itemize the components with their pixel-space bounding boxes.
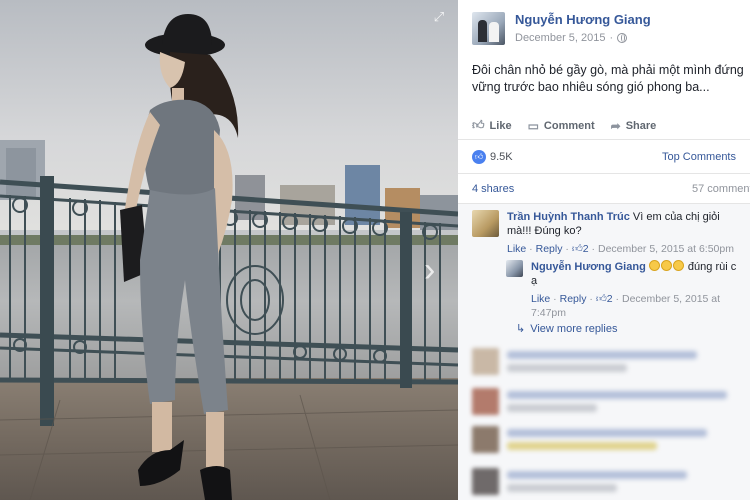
reply-author-avatar[interactable] (506, 260, 523, 277)
comment-label: Comment (543, 119, 595, 132)
comment-like-link[interactable]: Like (507, 243, 526, 255)
share-icon: ➦ (610, 118, 621, 133)
post-caption: Đôi chân nhỏ bé gầy gò, mà phải một mình… (472, 63, 744, 94)
like-badge-icon: 👍︎ (472, 149, 486, 164)
share-button[interactable]: ➦ Share (611, 119, 657, 133)
like-count[interactable]: 👍︎ 9.5K (472, 149, 513, 164)
avatar-figure (489, 22, 499, 42)
comment-footer: Like · Reply · 👍︎2 · December 5, 2015 at… (507, 243, 734, 255)
expand-icon[interactable]: ⤢ (432, 10, 446, 24)
view-more-replies-label: View more replies (530, 322, 618, 335)
like-count-value: 9.5K (490, 150, 513, 163)
comments-section: Trần Huỳnh Thanh Trúc Vì em của chị giỏi… (458, 204, 750, 500)
blurred-comment (472, 346, 750, 376)
blurred-comment (472, 466, 750, 496)
avatar-figure (478, 20, 487, 42)
reply-reply-link[interactable]: Reply (560, 293, 587, 305)
share-label: Share (625, 119, 657, 132)
post-author-name[interactable]: Nguyễn Hương Giang (515, 12, 651, 28)
comment-icon: ▭ (527, 118, 539, 133)
photo-viewer: ⤢ › Nguyễn Hương Giang December 5, 2015 … (0, 0, 750, 500)
globe-icon (617, 33, 628, 43)
reply-like-link[interactable]: Like (531, 293, 550, 305)
like-icon: 👍︎ (472, 118, 485, 132)
reactions-row: 👍︎ 9.5K Top Comments (458, 140, 750, 174)
comments-count[interactable]: 57 comments (692, 183, 750, 195)
reply-body: Nguyễn Hương Giang đúng rùi c ạ Like · R… (531, 260, 739, 320)
top-comments-dropdown[interactable]: Top Comments (662, 151, 736, 163)
blurred-comment (472, 386, 750, 416)
reply-author-name[interactable]: Nguyễn Hương Giang (531, 261, 646, 273)
reply-like-icon: 👍︎ (595, 293, 607, 305)
photo-railing-and-person (0, 14, 458, 500)
shares-link[interactable]: 4 shares (472, 183, 514, 195)
reply-arrow-icon: ↳ (516, 323, 526, 335)
like-button[interactable]: 👍︎ Like (472, 118, 512, 133)
comment-like-count[interactable]: 2 (583, 243, 589, 255)
comment-item: Trần Huỳnh Thanh Trúc Vì em của chị giỏi… (472, 210, 744, 256)
post-photo[interactable]: ⤢ › (0, 0, 458, 500)
commenter-avatar[interactable] (472, 210, 499, 237)
comment-like-icon: 👍︎ (571, 243, 583, 255)
reply-item: Nguyễn Hương Giang đúng rùi c ạ Like · R… (506, 260, 746, 320)
post-actions: 👍︎ Like ▭ Comment ➦ Share (458, 112, 750, 140)
comment-body: Trần Huỳnh Thanh Trúc Vì em của chị giỏi… (507, 210, 739, 256)
blurred-comment (472, 424, 750, 454)
like-label: Like (489, 119, 512, 132)
comment-time[interactable]: December 5, 2015 at 6:50pm (598, 243, 734, 255)
shares-row: 4 shares 57 comments (458, 174, 750, 204)
post-side-panel: Nguyễn Hương Giang December 5, 2015 · Đô… (458, 0, 750, 500)
post-header-info: Nguyễn Hương Giang December 5, 2015 · (515, 12, 651, 45)
post-meta: December 5, 2015 · (515, 32, 651, 44)
post-date[interactable]: December 5, 2015 (515, 32, 606, 44)
reply-footer: Like · Reply · 👍︎2 · December 5, 2015 at… (531, 293, 721, 319)
author-avatar[interactable] (472, 12, 505, 45)
comment-reply-link[interactable]: Reply (536, 243, 563, 255)
reply-like-count[interactable]: 2 (607, 293, 613, 305)
comment-button[interactable]: ▭ Comment (528, 119, 595, 133)
post-header: Nguyễn Hương Giang December 5, 2015 · (472, 12, 651, 45)
commenter-name[interactable]: Trần Huỳnh Thanh Trúc (507, 211, 630, 223)
reply-emoji (648, 260, 685, 273)
view-more-replies-link[interactable]: ↳ View more replies (516, 322, 618, 336)
next-arrow-icon[interactable]: › (424, 250, 444, 290)
